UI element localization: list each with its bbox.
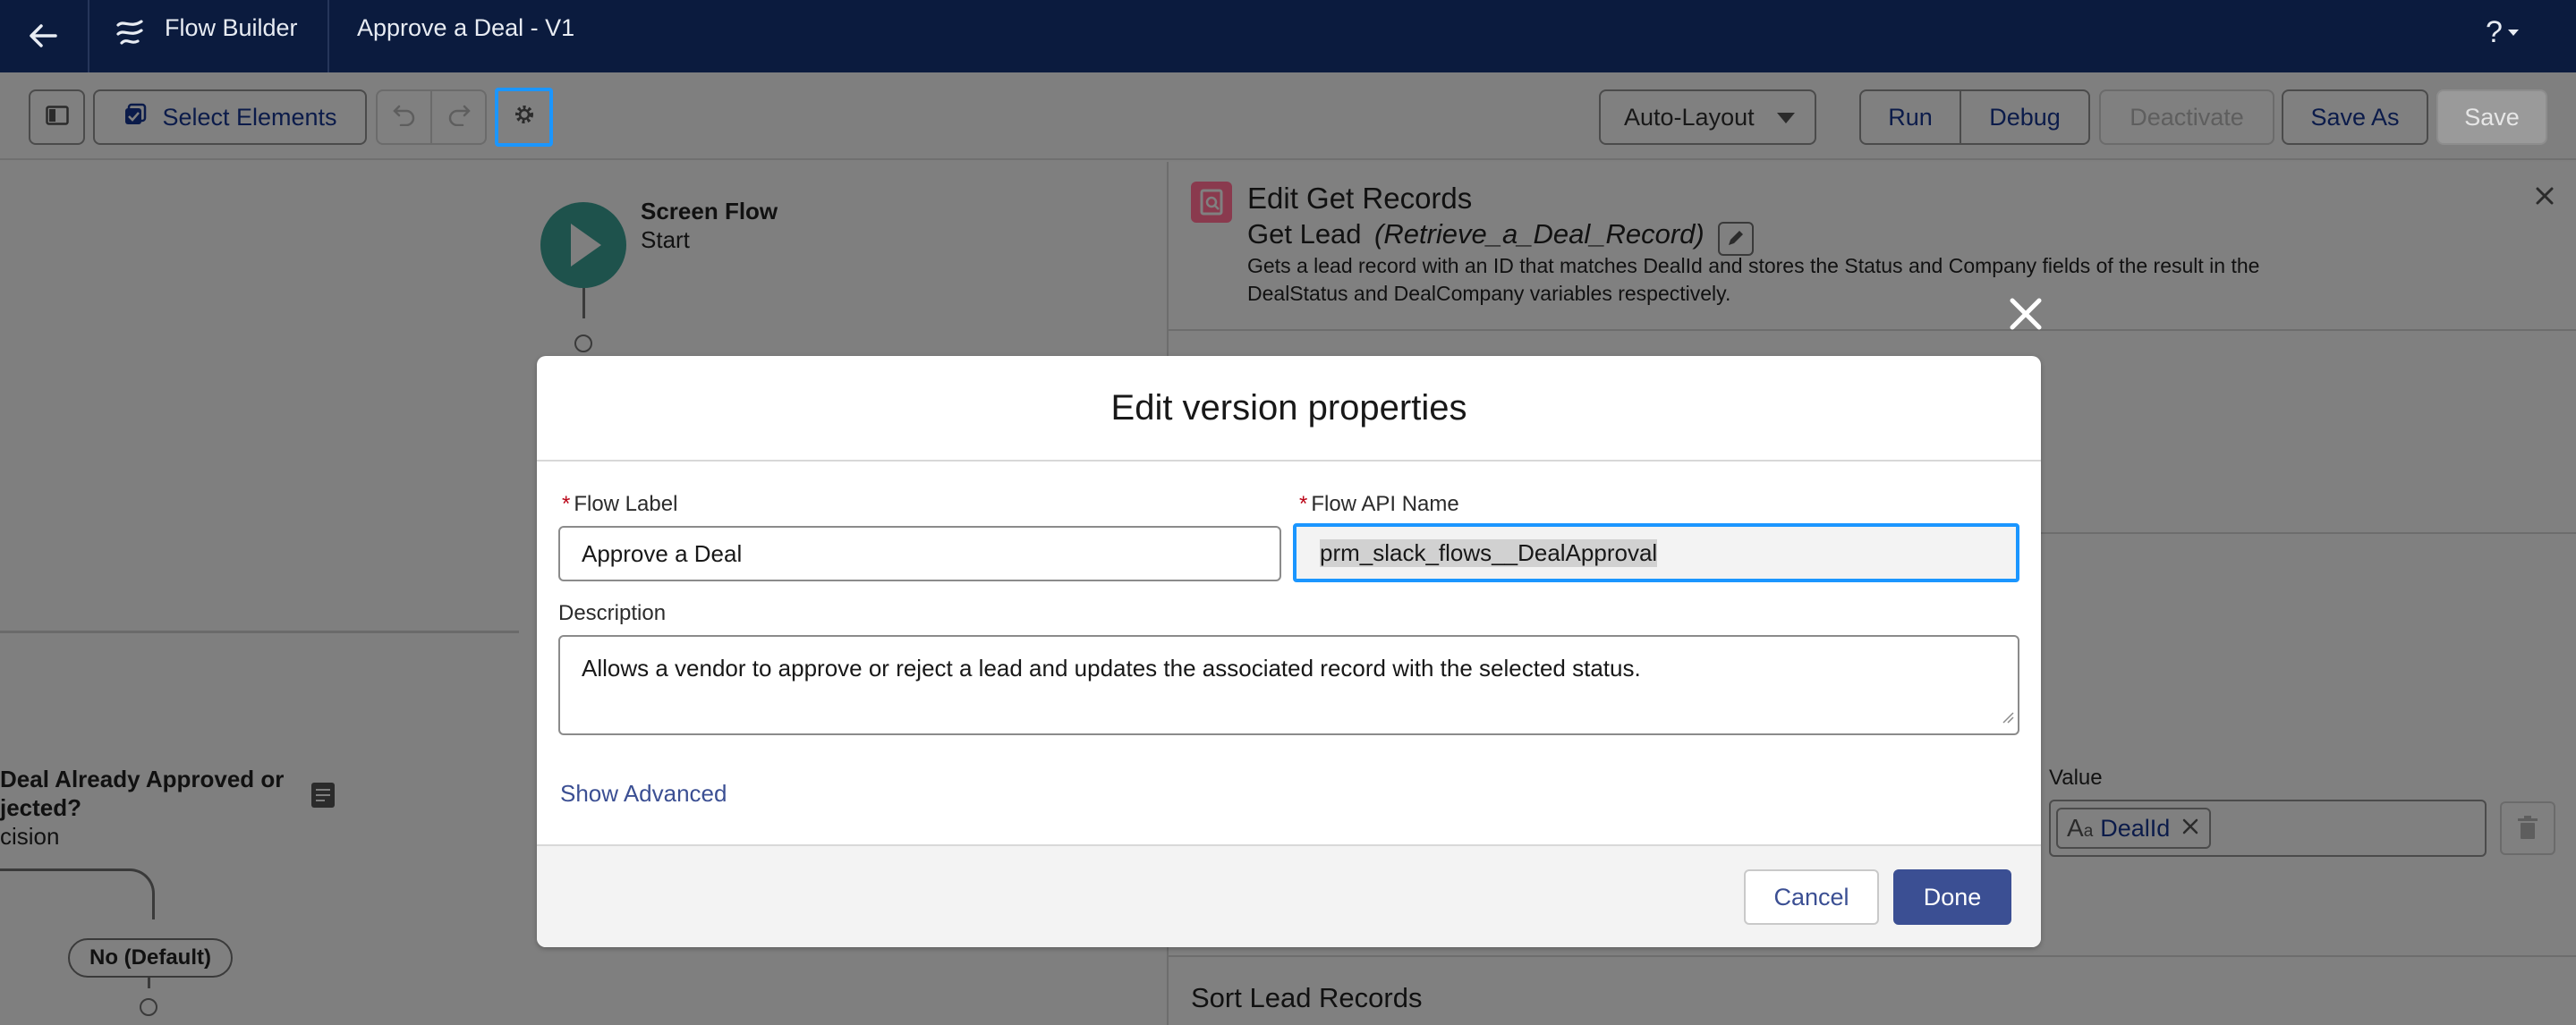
value-pill[interactable]: Aa DealId [2056,808,2212,849]
value-input[interactable]: Aa DealId [2049,800,2487,857]
element-description-line2: DealStatus and DealCompany variables res… [1247,282,1731,305]
app-header: Flow Builder Approve a Deal - V1 ? [0,0,2576,72]
gear-icon [513,103,536,132]
close-panel-button[interactable] [2530,182,2559,210]
connector-line [0,631,519,633]
divider [1169,329,2576,331]
edit-version-properties-modal: Edit version properties *Flow Label *Flo… [537,356,2041,947]
remove-icon[interactable] [2181,817,2200,841]
modal-header: Edit version properties [537,356,2041,462]
get-records-icon [1191,182,1232,223]
chevron-down-icon [1777,113,1795,123]
flow-builder-icon [115,16,147,52]
close-icon [2007,298,2045,336]
start-node[interactable] [540,202,626,288]
app-name: Flow Builder [165,14,298,41]
run-button[interactable]: Run [1859,89,1961,145]
cancel-button[interactable]: Cancel [1744,869,1879,925]
panel-heading: Edit Get Records [1247,182,1473,215]
redo-icon [446,103,472,132]
redo-button[interactable] [430,89,487,145]
save-button[interactable]: Save [2436,89,2547,145]
done-button[interactable]: Done [1893,869,2011,925]
branch-connector [0,868,155,919]
layout-mode-value: Auto-Layout [1624,103,1755,131]
flow-properties-button[interactable] [495,88,553,147]
connector-line [582,288,585,318]
description-label: Description [558,601,667,625]
modal-close-button[interactable] [2007,295,2045,333]
help-icon: ? [2486,14,2503,49]
layout-mode-select[interactable]: Auto-Layout [1599,89,1816,145]
back-icon[interactable] [25,18,61,54]
sidebar-icon [45,104,69,131]
select-elements-icon [123,102,148,133]
flow-api-name-input[interactable]: prm_slack_flows__DealApproval [1293,523,2019,582]
value-token-label: DealId [2100,814,2171,842]
undo-icon [392,103,417,132]
show-advanced-link[interactable]: Show Advanced [560,780,727,808]
decision-label-line1: Deal Already Approved or [0,766,285,792]
close-icon [2530,187,2559,214]
sort-heading: Sort Lead Records [1191,982,1423,1013]
undo-button[interactable] [376,89,432,145]
required-asterisk: * [1299,492,1308,516]
debug-button[interactable]: Debug [1960,89,2090,145]
note-icon[interactable] [311,783,335,808]
modal-title: Edit version properties [1110,387,1467,428]
divider [1169,955,2576,957]
play-icon [571,224,601,267]
flow-title: Approve a Deal - V1 [357,14,575,41]
flow-label-input[interactable] [558,526,1281,581]
connector-dot[interactable] [574,335,592,352]
trash-icon [2502,816,2554,857]
chevron-down-icon [2507,29,2519,36]
resize-handle-icon[interactable] [2002,702,2014,730]
flow-label-label: * Flow Label [562,492,678,516]
required-asterisk: * [562,492,571,516]
save-as-button[interactable]: Save As [2282,89,2428,145]
select-elements-button[interactable]: Select Elements [93,89,367,145]
toolbar: Select Elements Auto-Layout Run Debug De… [0,72,2576,160]
flow-api-name-value: prm_slack_flows__DealApproval [1320,538,1658,567]
decision-type: cision [0,823,60,850]
value-label: Value [2049,766,2103,790]
element-description-line1: Gets a lead record with an ID that match… [1247,254,2260,277]
start-node-label: Start [641,226,690,253]
start-node-type: Screen Flow [641,198,778,224]
edit-label-button[interactable] [1718,222,1754,256]
description-textarea[interactable]: Allows a vendor to approve or reject a l… [558,635,2019,735]
text-type-icon: Aa [2067,814,2094,842]
modal-footer: Cancel Done [537,844,2041,947]
deactivate-button[interactable]: Deactivate [2099,89,2274,145]
select-elements-label: Select Elements [162,103,337,131]
toggle-sidebar-button[interactable] [29,89,85,145]
delete-row-button[interactable] [2500,801,2555,855]
element-api-name: (Retrieve_a_Deal_Record) [1374,218,1705,250]
flow-api-name-label: * Flow API Name [1299,492,1459,516]
help-menu-button[interactable]: ? [2486,13,2539,52]
decision-label-line2: jected? [0,794,82,821]
default-path-pill[interactable]: No (Default) [68,938,233,978]
element-label: Get Lead [1247,218,1362,250]
description-value: Allows a vendor to approve or reject a l… [582,655,1641,682]
connector-dot[interactable] [140,998,157,1016]
